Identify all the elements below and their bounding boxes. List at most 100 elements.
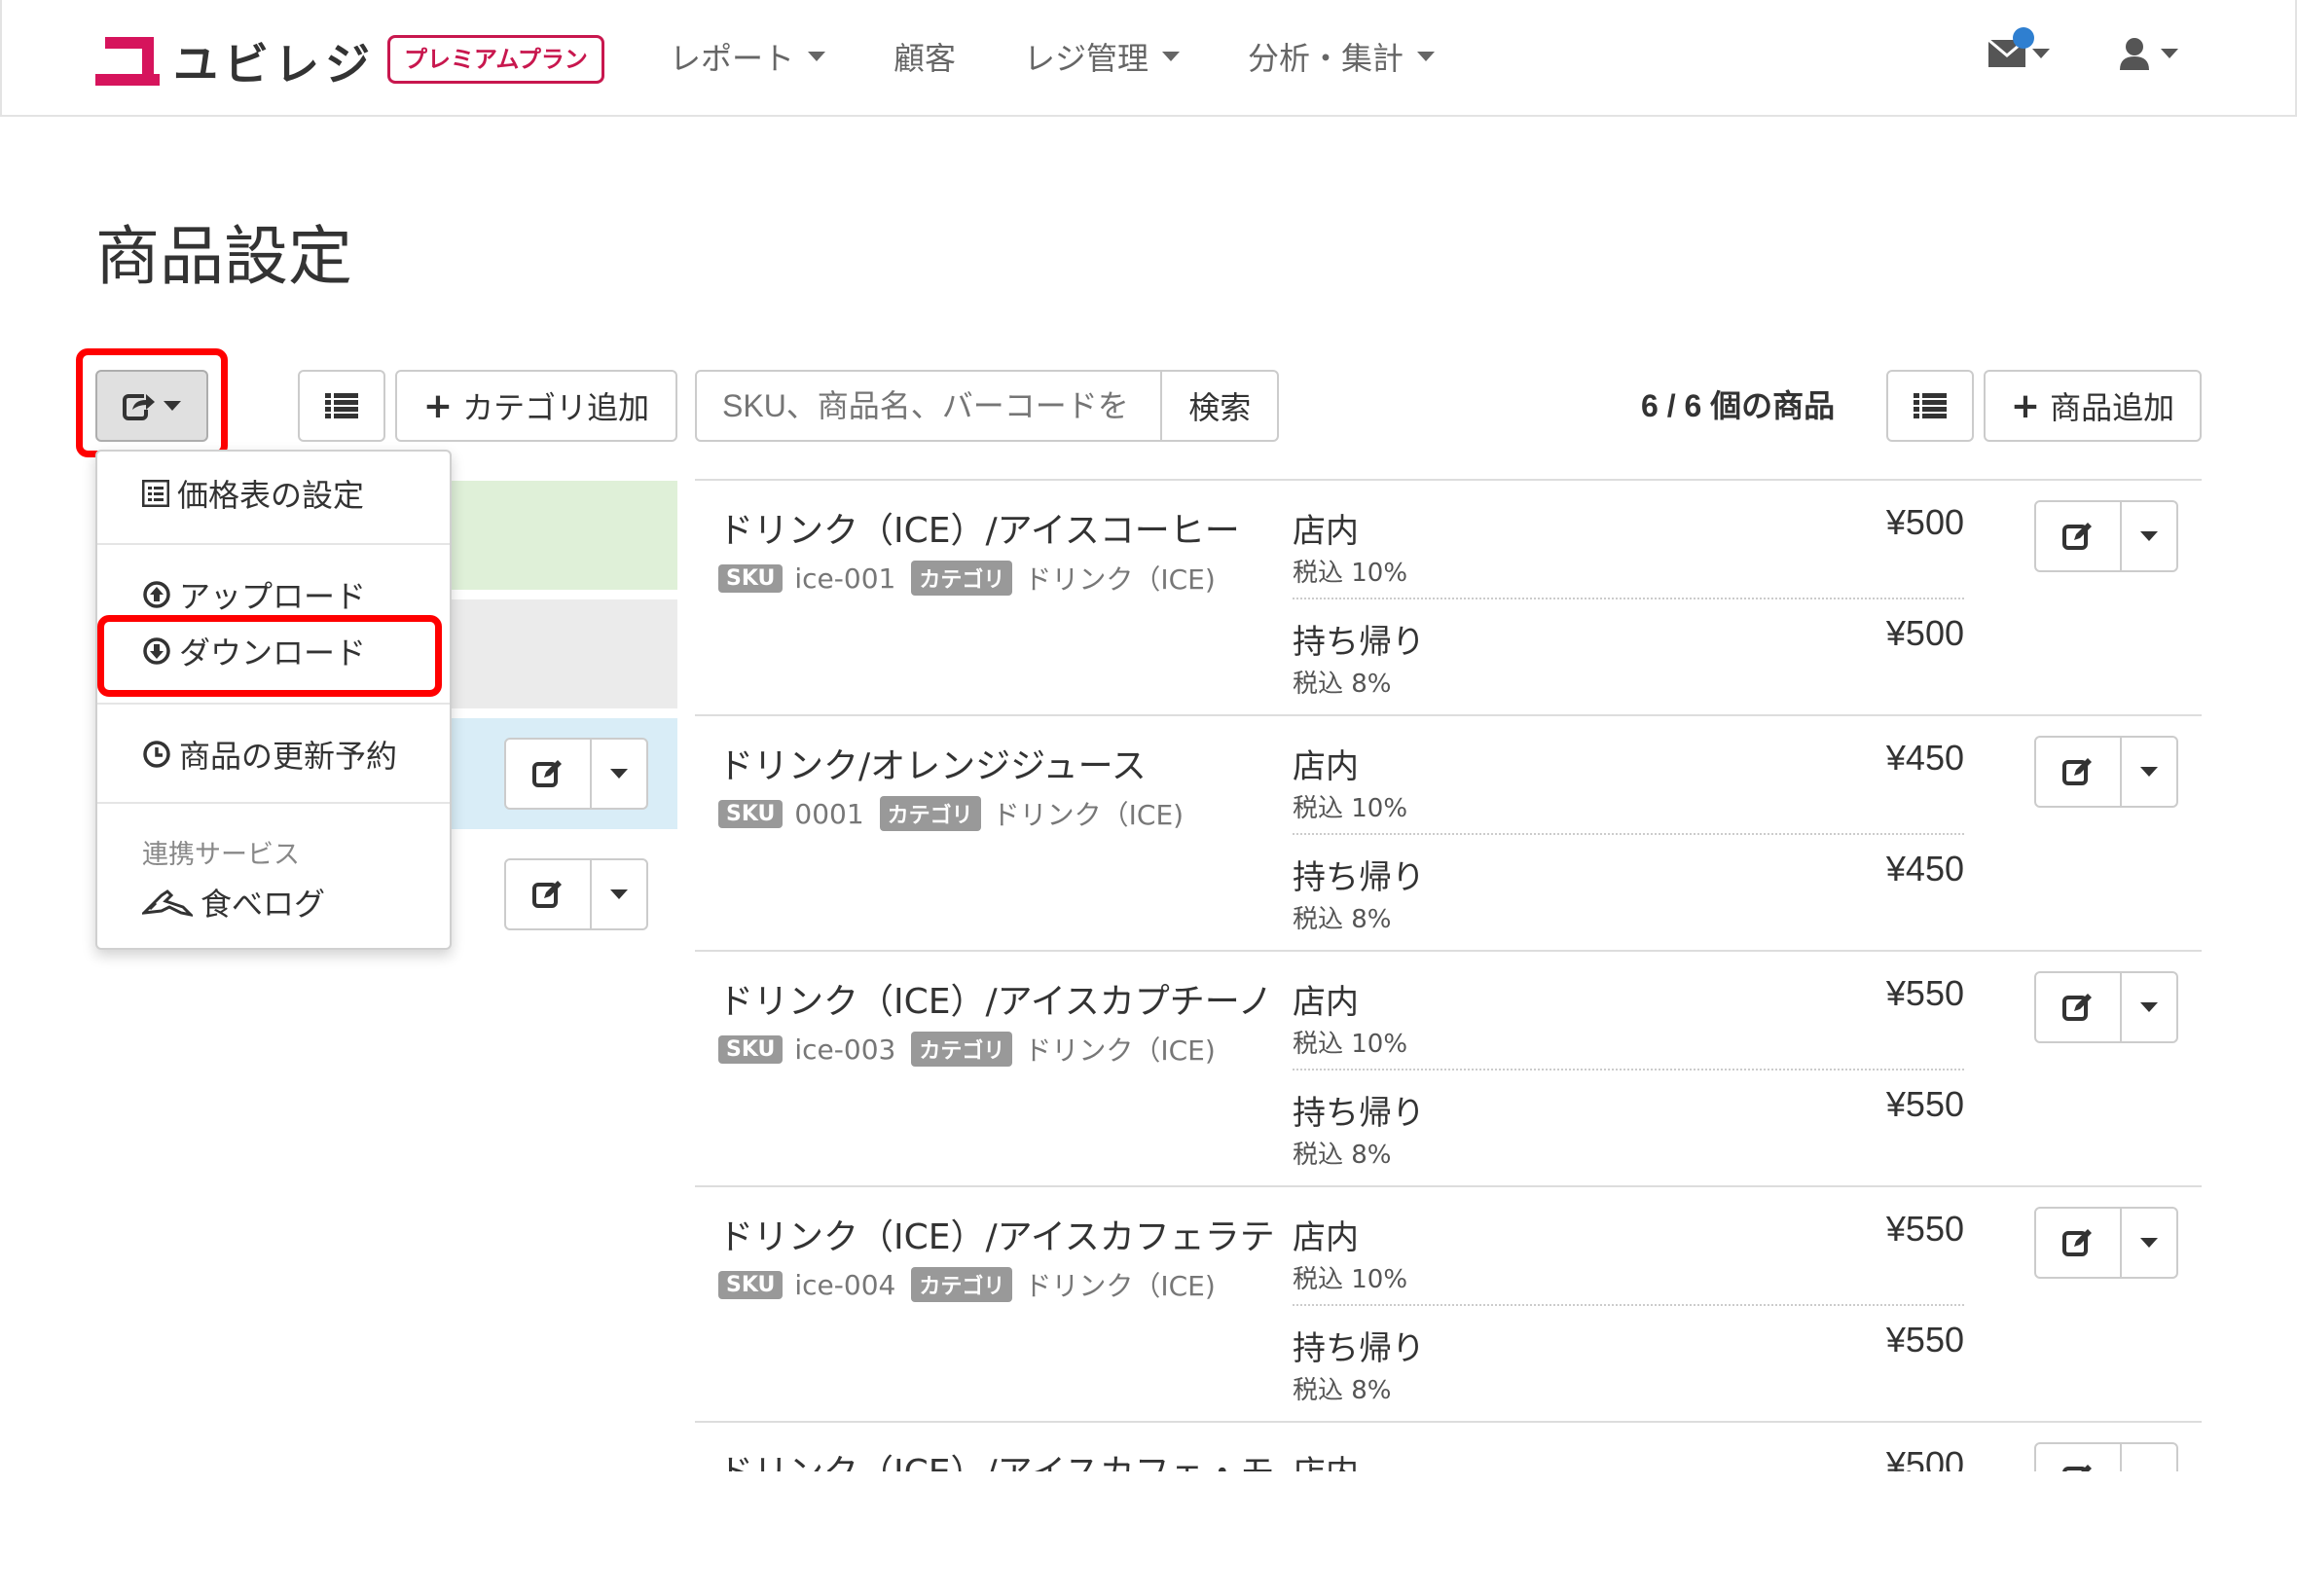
edit-button[interactable] [506,740,592,808]
edit-icon [2062,1465,2092,1471]
option-price: ¥500 [1885,613,1964,653]
nav-item-customers[interactable]: 顧客 [893,35,956,78]
option-separator [1293,598,1964,599]
nav-item-register[interactable]: レジ管理 [1024,35,1181,78]
category-value: ドリンク（ICE) [992,799,1185,831]
option-tax: 税込 8% [1293,905,1392,934]
edit-button[interactable] [506,860,592,928]
edit-options-dropdown[interactable] [2122,1209,2176,1277]
option-name: 店内 [1293,1218,1359,1257]
category-value: ドリンク（ICE) [1024,1034,1216,1067]
product-row: ドリンク/オレンジジュース SKU 0001 カテゴリ ドリンク（ICE) 店内 税込 10… [695,714,2202,950]
option-price: ¥550 [1885,1320,1964,1360]
edit-options-dropdown[interactable] [592,860,646,928]
edit-button[interactable] [2036,973,2122,1041]
product-edit-split-button [2034,1442,2178,1471]
option-name: 持ち帰り [1293,623,1425,662]
option-tax: 税込 10% [1293,794,1408,823]
notifications-menu[interactable] [1987,27,2050,68]
menu-item-tabelog[interactable]: 食べログ [142,880,325,925]
nav-item-report[interactable]: レポート [670,35,826,78]
add-category-button[interactable]: + カテゴリ追加 [395,370,677,442]
menu-divider [97,802,450,804]
sku-value: ice-003 [794,1033,896,1066]
menu-item-update-schedule[interactable]: 商品の更新予約 [142,732,397,777]
product-edit-split-button [2034,1207,2178,1279]
product-meta: SKU ice-004 カテゴリ ドリンク（ICE) [718,1265,1231,1304]
sku-label: SKU [718,1270,784,1299]
logo-text: ユビレジ [173,38,376,91]
edit-icon [532,760,562,787]
nav-item-analytics[interactable]: 分析・集計 [1248,35,1436,78]
category-label: カテゴリ [879,796,981,831]
product-name: ドリンク/オレンジジュース [718,746,1147,786]
top-navbar: ユビレジ プレミアムプラン レポート 顧客 レジ管理 分析・集計 [0,0,2297,117]
category-value: ドリンク（ICE) [1024,1270,1216,1302]
category-value: ドリンク（ICE) [1024,563,1216,596]
search-input[interactable] [697,372,1161,440]
product-name: ドリンク（ICE）/アイスカフェ・モ [718,1444,1275,1471]
product-edit-split-button [2034,500,2178,572]
product-row: ドリンク（ICE）/アイスコーヒー SKU ice-001 カテゴリ ドリンク（ICE)… [695,479,2202,714]
option-tax: 税込 10% [1293,1030,1408,1059]
list-icon [325,393,358,418]
menu-item-price-table[interactable]: 価格表の設定 [142,471,364,516]
product-edit-split-button [2034,971,2178,1043]
edit-button[interactable] [2036,738,2122,806]
option-separator [1293,833,1964,835]
edit-options-dropdown[interactable] [592,740,646,808]
notification-dot [2013,27,2034,49]
app-logo[interactable]: ユビレジ [95,29,376,93]
option-price: ¥550 [1885,973,1964,1013]
edit-options-dropdown[interactable] [2122,973,2176,1041]
add-product-button[interactable]: + 商品追加 [1984,370,2202,442]
product-name: ドリンク（ICE）/アイスカフェラテ [718,1217,1275,1257]
clock-icon [143,741,170,768]
product-name: ドリンク（ICE）/アイスコーヒー [718,511,1240,551]
caret-down-icon [610,889,628,899]
edit-options-dropdown[interactable] [2122,502,2176,570]
product-edit-split-button [2034,736,2178,808]
edit-icon [2062,758,2092,785]
user-menu[interactable] [2118,37,2178,70]
menu-divider [97,703,450,705]
product-list-view-button[interactable] [1886,370,1974,442]
option-name: 店内 [1293,512,1359,551]
edit-options-dropdown[interactable] [2122,738,2176,806]
product-row: ドリンク（ICE）/アイスカフェ・モ店内 ¥500 [695,1421,2202,1471]
export-dropdown-menu: 価格表の設定 アップロード ダウンロード 商品の更新予約 連携サービス 食べログ [95,450,452,950]
category-list-view-button[interactable] [298,370,385,442]
menu-section-header: 連携サービス [142,840,300,870]
edit-button[interactable] [2036,1444,2122,1471]
edit-icon [2062,994,2092,1021]
plus-icon: + [2010,385,2041,426]
option-tax: 税込 8% [1293,1376,1392,1405]
option-price: ¥500 [1885,502,1964,542]
highlight-box [76,348,228,457]
category-edit-split-button [504,858,648,930]
edit-button[interactable] [2036,1209,2122,1277]
sku-label: SKU [718,563,784,593]
option-price: ¥500 [1885,1444,1964,1471]
option-name: 店内 [1293,983,1359,1022]
product-meta: SKU ice-003 カテゴリ ドリンク（ICE) [718,1030,1231,1069]
caret-down-icon [2140,531,2158,541]
edit-button[interactable] [2036,502,2122,570]
caret-down-icon [610,769,628,779]
menu-item-upload[interactable]: アップロード [142,572,366,617]
product-row: ドリンク（ICE）/アイスカプチーノ SKU ice-003 カテゴリ ドリンク（ICE… [695,950,2202,1185]
menu-divider [97,543,450,545]
option-name: 持ち帰り [1293,858,1425,897]
caret-down-icon [2140,1002,2158,1012]
option-tax: 税込 8% [1293,670,1392,699]
sku-value: ice-004 [794,1268,896,1301]
search-button[interactable]: 検索 [1160,372,1277,440]
option-price: ¥550 [1885,1084,1964,1124]
sku-value: ice-001 [794,562,896,595]
list-alt-icon [142,480,169,507]
option-name: 店内 [1293,1446,1359,1471]
edit-options-dropdown[interactable] [2122,1444,2176,1471]
option-separator [1293,1304,1964,1306]
option-name: 店内 [1293,747,1359,786]
option-name: 持ち帰り [1293,1329,1425,1368]
